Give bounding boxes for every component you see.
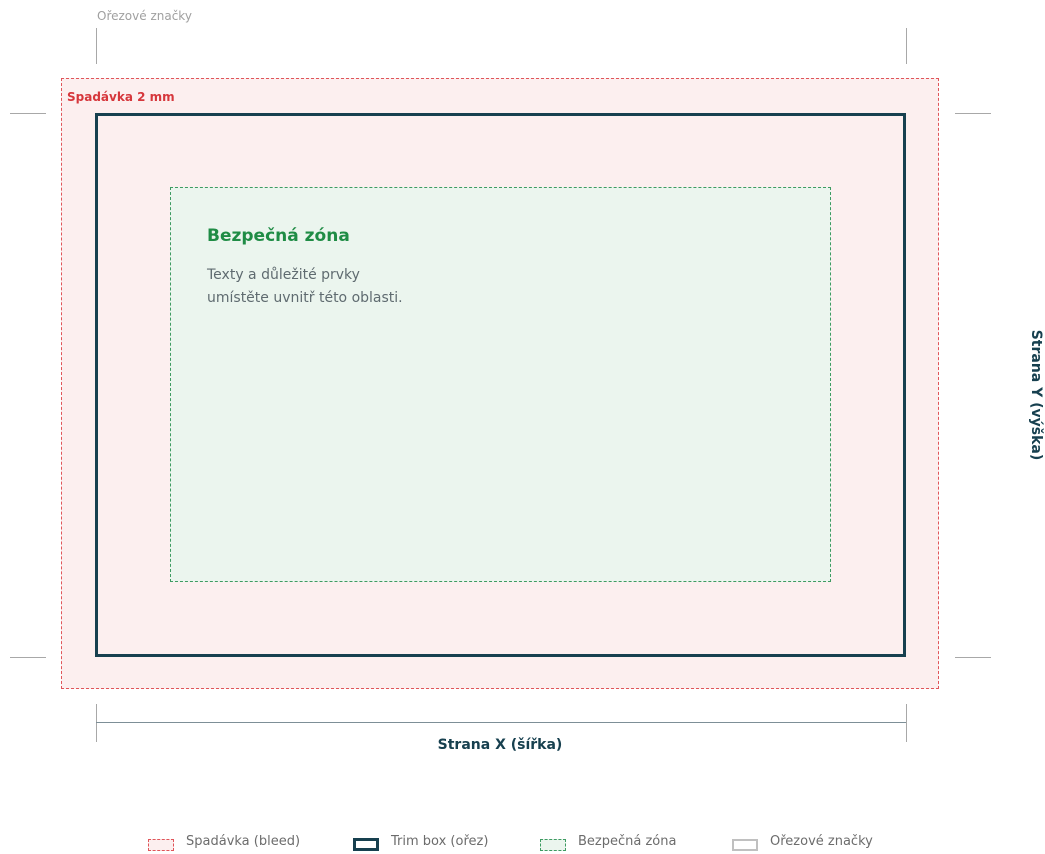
legend-label: Ořezové značky: [770, 834, 873, 849]
safe-zone-swatch-icon: [540, 839, 566, 851]
dimension-x-line: [96, 722, 907, 723]
crop-mark-top-left: [96, 28, 97, 64]
crop-mark-swatch-icon: [732, 839, 758, 851]
crop-mark-left-bottom: [10, 657, 46, 658]
legend-label: Trim box (ořez): [391, 834, 489, 849]
crop-mark-right-top: [955, 113, 991, 114]
legend-label: Spadávka (bleed): [186, 834, 301, 849]
safe-zone: [170, 187, 831, 582]
crop-mark-right-bottom: [955, 657, 991, 658]
dimension-x-tick-left: [96, 704, 97, 742]
bleed-label: Spadávka 2 mm: [67, 90, 175, 104]
dimension-x-label: Strana X (šířka): [437, 737, 563, 753]
crop-mark-top-right: [906, 28, 907, 64]
legend: Spadávka (bleed) Trim box (ořez) Bezpečn…: [0, 834, 1045, 854]
dimension-y-label: Strana Y (výška): [1028, 329, 1044, 461]
crop-marks-caption: Ořezové značky: [97, 9, 192, 23]
safe-zone-description: Texty a důležité prvky umístěte uvnitř t…: [207, 264, 507, 310]
legend-label: Bezpečná zóna: [578, 834, 677, 849]
safe-zone-description-line: Texty a důležité prvky: [207, 267, 360, 283]
safe-zone-title: Bezpečná zóna: [207, 226, 350, 246]
bleed-swatch-icon: [148, 839, 174, 851]
trim-swatch-icon: [353, 838, 379, 851]
crop-mark-left-top: [10, 113, 46, 114]
safe-zone-description-line: umístěte uvnitř této oblasti.: [207, 290, 403, 306]
dimension-x-tick-right: [906, 704, 907, 742]
